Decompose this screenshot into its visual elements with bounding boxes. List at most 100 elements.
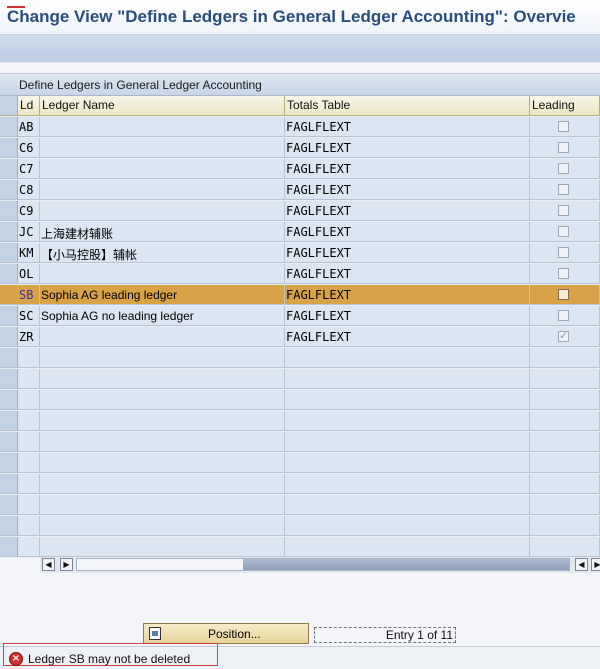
ledger-code-cell[interactable]: ZR xyxy=(18,327,40,347)
row-selector[interactable] xyxy=(0,348,18,368)
totals-table-cell[interactable]: FAGLFLEXT xyxy=(285,159,530,179)
empty-cell[interactable] xyxy=(530,537,600,557)
empty-table-row[interactable] xyxy=(0,495,600,516)
row-selector[interactable] xyxy=(0,138,18,158)
ledger-code-cell[interactable]: C8 xyxy=(18,180,40,200)
ledger-code-cell[interactable]: AB xyxy=(18,117,40,137)
empty-cell[interactable] xyxy=(530,516,600,536)
empty-cell[interactable] xyxy=(530,432,600,452)
empty-cell[interactable] xyxy=(285,348,530,368)
status-message[interactable]: Ledger SB may not be deleted xyxy=(28,652,190,666)
empty-cell[interactable] xyxy=(18,348,40,368)
ledger-name-cell[interactable]: Sophia AG no leading ledger xyxy=(40,306,285,326)
table-row[interactable]: OL FAGLFLEXT xyxy=(0,264,600,285)
totals-table-cell[interactable]: FAGLFLEXT xyxy=(285,222,530,242)
empty-cell[interactable] xyxy=(285,390,530,410)
empty-table-row[interactable] xyxy=(0,474,600,495)
empty-cell[interactable] xyxy=(530,474,600,494)
totals-table-cell[interactable]: FAGLFLEXT xyxy=(285,180,530,200)
ledger-code-cell[interactable]: SB xyxy=(18,285,40,305)
empty-cell[interactable] xyxy=(285,516,530,536)
empty-cell[interactable] xyxy=(40,411,285,431)
ledger-code-cell[interactable]: KM xyxy=(18,243,40,263)
leading-checkbox[interactable] xyxy=(558,163,569,174)
leading-checkbox[interactable] xyxy=(558,268,569,279)
empty-cell[interactable] xyxy=(40,348,285,368)
totals-table-cell[interactable]: FAGLFLEXT xyxy=(285,285,530,305)
table-row[interactable]: C6 FAGLFLEXT xyxy=(0,138,600,159)
empty-cell[interactable] xyxy=(40,474,285,494)
arrow-left-icon[interactable]: ◀ xyxy=(42,558,55,571)
row-selector[interactable] xyxy=(0,285,18,305)
arrow-right-icon[interactable]: ▶ xyxy=(591,558,600,571)
horizontal-scrollbar[interactable]: ◀ ▶ ◀ ▶ xyxy=(40,557,600,573)
ledger-code-cell[interactable]: C6 xyxy=(18,138,40,158)
empty-table-row[interactable] xyxy=(0,369,600,390)
ledger-name-cell[interactable]: 上海建材辅账 xyxy=(40,222,285,242)
leading-checkbox[interactable] xyxy=(558,289,569,300)
arrow-right-icon[interactable]: ▶ xyxy=(60,558,73,571)
empty-cell[interactable] xyxy=(285,432,530,452)
empty-table-row[interactable] xyxy=(0,348,600,369)
ledger-name-cell[interactable] xyxy=(40,180,285,200)
totals-table-cell[interactable]: FAGLFLEXT xyxy=(285,138,530,158)
table-row[interactable]: C8 FAGLFLEXT xyxy=(0,180,600,201)
empty-cell[interactable] xyxy=(40,516,285,536)
table-row[interactable]: SC Sophia AG no leading ledger FAGLFLEXT xyxy=(0,306,600,327)
leading-checkbox[interactable] xyxy=(558,329,569,342)
ledger-name-cell[interactable]: Sophia AG leading ledger xyxy=(40,285,285,305)
empty-cell[interactable] xyxy=(18,453,40,473)
ledger-name-cell[interactable] xyxy=(40,159,285,179)
ledger-code-cell[interactable]: C9 xyxy=(18,201,40,221)
row-selector[interactable] xyxy=(0,264,18,284)
empty-cell[interactable] xyxy=(40,432,285,452)
row-selector[interactable] xyxy=(0,369,18,389)
column-header-totals-table[interactable]: Totals Table xyxy=(285,96,530,116)
ledger-name-cell[interactable] xyxy=(40,201,285,221)
row-selector[interactable] xyxy=(0,159,18,179)
ledger-code-cell[interactable]: C7 xyxy=(18,159,40,179)
table-row[interactable]: JC 上海建材辅账 FAGLFLEXT xyxy=(0,222,600,243)
empty-cell[interactable] xyxy=(530,369,600,389)
ledger-code-cell[interactable]: SC xyxy=(18,306,40,326)
position-button[interactable]: Position... xyxy=(143,623,309,644)
empty-table-row[interactable] xyxy=(0,432,600,453)
totals-table-cell[interactable]: FAGLFLEXT xyxy=(285,117,530,137)
empty-cell[interactable] xyxy=(18,411,40,431)
empty-cell[interactable] xyxy=(530,411,600,431)
table-row[interactable]: KM 【小马控股】辅帐 FAGLFLEXT xyxy=(0,243,600,264)
empty-cell[interactable] xyxy=(18,390,40,410)
empty-table-row[interactable] xyxy=(0,537,600,558)
empty-table-row[interactable] xyxy=(0,516,600,537)
ledger-name-cell[interactable] xyxy=(40,327,285,347)
row-selector[interactable] xyxy=(0,495,18,515)
row-selector[interactable] xyxy=(0,453,18,473)
empty-cell[interactable] xyxy=(285,474,530,494)
empty-cell[interactable] xyxy=(285,537,530,557)
empty-cell[interactable] xyxy=(285,453,530,473)
ledger-name-cell[interactable]: 【小马控股】辅帐 xyxy=(40,243,285,263)
leading-checkbox[interactable] xyxy=(558,226,569,237)
row-selector[interactable] xyxy=(0,390,18,410)
ledger-name-cell[interactable] xyxy=(40,138,285,158)
row-selector[interactable] xyxy=(0,201,18,221)
row-selector[interactable] xyxy=(0,117,18,137)
row-selector[interactable] xyxy=(0,180,18,200)
row-selector[interactable] xyxy=(0,516,18,536)
select-all-button[interactable] xyxy=(0,96,18,116)
column-header-ledger-name[interactable]: Ledger Name xyxy=(40,96,285,116)
empty-cell[interactable] xyxy=(530,495,600,515)
row-selector[interactable] xyxy=(0,222,18,242)
empty-table-row[interactable] xyxy=(0,411,600,432)
row-selector[interactable] xyxy=(0,537,18,557)
empty-cell[interactable] xyxy=(40,369,285,389)
empty-cell[interactable] xyxy=(18,516,40,536)
table-row[interactable]: ZR FAGLFLEXT xyxy=(0,327,600,348)
arrow-left-icon[interactable]: ◀ xyxy=(575,558,588,571)
empty-cell[interactable] xyxy=(18,369,40,389)
leading-checkbox[interactable] xyxy=(558,184,569,195)
empty-cell[interactable] xyxy=(18,537,40,557)
ledger-code-cell[interactable]: OL xyxy=(18,264,40,284)
ledger-name-cell[interactable] xyxy=(40,117,285,137)
row-selector[interactable] xyxy=(0,327,18,347)
